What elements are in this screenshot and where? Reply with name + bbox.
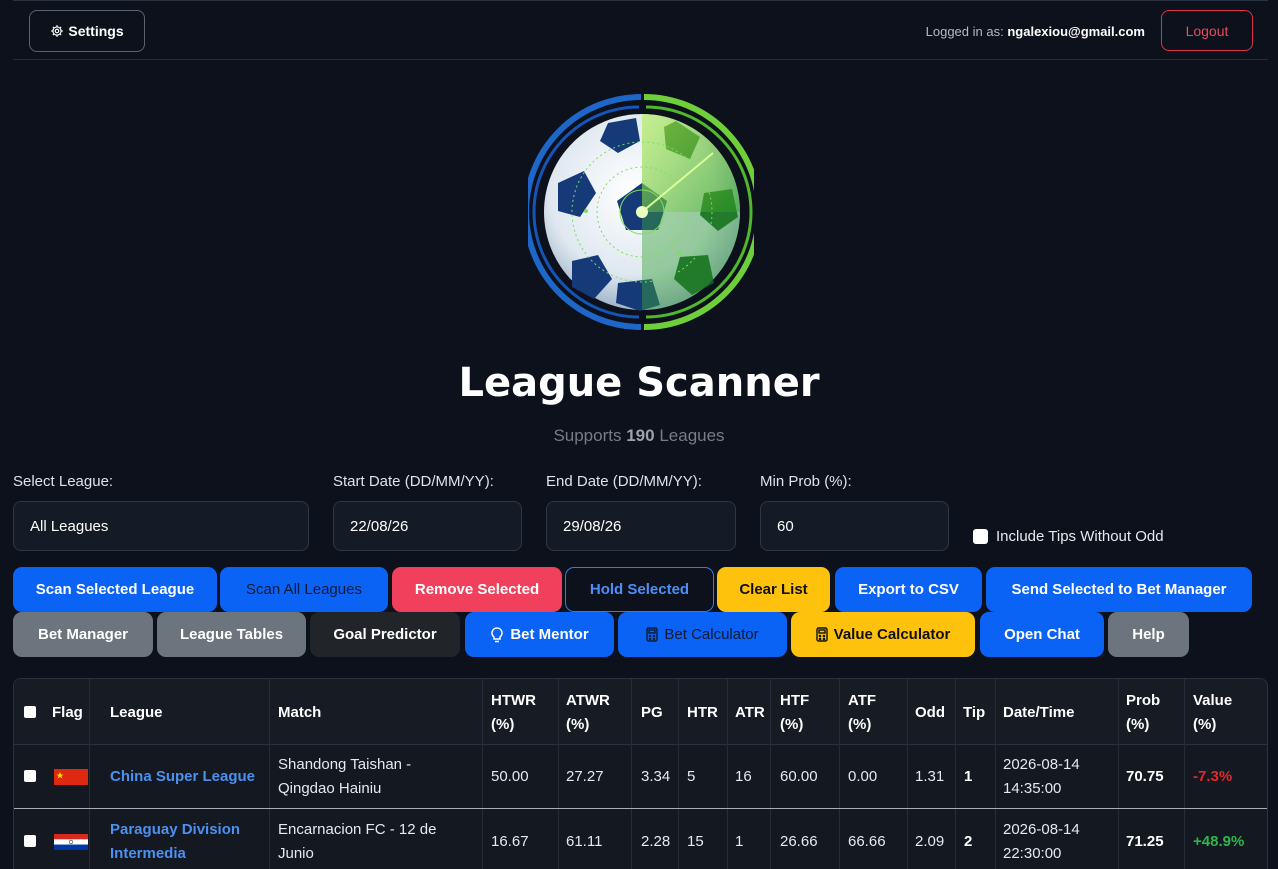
row-checkbox[interactable] xyxy=(24,770,36,782)
league-link[interactable]: China Super League xyxy=(110,765,255,789)
logout-button[interactable]: Logout xyxy=(1161,10,1253,51)
top-bar: Settings Logged in as: ngalexiou@gmail.c… xyxy=(13,0,1268,60)
soccer-radar-logo xyxy=(528,94,754,330)
calculator-icon xyxy=(646,627,659,642)
goal-predictor-button[interactable]: Goal Predictor xyxy=(310,612,460,657)
league-link[interactable]: Paraguay Division Intermedia xyxy=(110,818,240,866)
col-value: Value (%) xyxy=(1193,692,1233,733)
htwr-value: 50.00 xyxy=(491,768,529,785)
atr-value: 1 xyxy=(735,833,744,850)
col-atwr: ATWR (%) xyxy=(566,692,610,733)
htf-value: 60.00 xyxy=(780,768,818,785)
col-atf: ATF (%) xyxy=(848,692,877,733)
user-email: ngalexiou@gmail.com xyxy=(1007,24,1145,39)
odd-value: 1.31 xyxy=(915,768,945,785)
supports-line: Supports 190 Leagues xyxy=(0,426,1278,446)
results-table: Flag League Match HTWR (%) ATWR (%) PG HTR… xyxy=(13,678,1268,869)
select-all-checkbox[interactable] xyxy=(24,706,36,718)
bet-mentor-button[interactable]: Bet Mentor xyxy=(465,612,614,657)
bet-mentor-label: Bet Mentor xyxy=(510,626,589,643)
datetime-value: 2026-08-14 14:35:00 xyxy=(1003,756,1080,797)
send-to-bet-manager-button[interactable]: Send Selected to Bet Manager xyxy=(986,567,1252,612)
include-tips-option[interactable]: Include Tips Without Odd xyxy=(973,528,1164,545)
datetime-value: 2026-08-14 22:30:00 xyxy=(1003,821,1080,862)
col-pg: PG xyxy=(641,704,663,721)
htr-value: 15 xyxy=(687,833,704,850)
col-match: Match xyxy=(278,704,322,721)
calculator-icon xyxy=(815,627,828,642)
htr-value: 5 xyxy=(687,768,696,785)
min-prob-input[interactable]: 60 xyxy=(760,501,949,551)
include-tips-label: Include Tips Without Odd xyxy=(996,528,1164,545)
supports-prefix: Supports xyxy=(553,426,622,445)
col-flag: Flag xyxy=(52,704,83,721)
atwr-value: 27.27 xyxy=(566,768,604,785)
china-flag-icon xyxy=(54,769,88,785)
include-tips-checkbox[interactable] xyxy=(973,529,988,544)
gear-icon xyxy=(51,25,64,37)
lightbulb-icon xyxy=(491,626,504,642)
odd-value: 2.09 xyxy=(915,833,945,850)
pg-value: 2.28 xyxy=(641,833,671,850)
start-date-input[interactable]: 22/08/26 xyxy=(333,501,522,551)
page-title: League Scanner xyxy=(458,360,820,406)
help-button[interactable]: Help xyxy=(1108,612,1189,657)
tip-value: 1 xyxy=(964,768,973,785)
remove-selected-button[interactable]: Remove Selected xyxy=(392,567,562,612)
htf-value: 26.66 xyxy=(780,833,818,850)
start-date-label: Start Date (DD/MM/YY): xyxy=(333,473,494,490)
col-datetime: Date/Time xyxy=(1003,704,1075,721)
col-atr: ATR xyxy=(735,704,765,721)
clear-list-button[interactable]: Clear List xyxy=(717,567,830,612)
prob-value: 71.25 xyxy=(1126,833,1164,850)
value-percent: -7.3% xyxy=(1193,768,1233,785)
value-calculator-button[interactable]: Value Calculator xyxy=(791,612,975,657)
htwr-value: 16.67 xyxy=(491,833,529,850)
atf-value: 0.00 xyxy=(848,768,878,785)
end-date-input[interactable]: 29/08/26 xyxy=(546,501,736,551)
league-select-label: Select League: xyxy=(13,473,114,490)
atr-value: 16 xyxy=(735,768,752,785)
value-calculator-label: Value Calculator xyxy=(833,626,951,643)
tip-value: 2 xyxy=(964,833,973,850)
value-percent: +48.9% xyxy=(1193,833,1245,850)
bet-manager-button[interactable]: Bet Manager xyxy=(13,612,153,657)
open-chat-button[interactable]: Open Chat xyxy=(980,612,1104,657)
scan-selected-league-button[interactable]: Scan Selected League xyxy=(13,567,217,612)
league-tables-button[interactable]: League Tables xyxy=(157,612,306,657)
hold-selected-button[interactable]: Hold Selected xyxy=(565,567,714,612)
logged-in-prefix: Logged in as: xyxy=(925,24,1004,39)
end-date-label: End Date (DD/MM/YY): xyxy=(546,473,702,490)
col-htf: HTF (%) xyxy=(780,692,810,733)
bet-calculator-label: Bet Calculator xyxy=(664,626,759,643)
col-league: League xyxy=(110,704,163,721)
league-count: 190 xyxy=(626,426,655,445)
col-htr: HTR xyxy=(687,704,718,721)
scan-all-leagues-button[interactable]: Scan All Leagues xyxy=(220,567,388,612)
col-prob: Prob (%) xyxy=(1126,692,1161,733)
atf-value: 66.66 xyxy=(848,833,886,850)
prob-value: 70.75 xyxy=(1126,768,1164,785)
league-select[interactable]: All Leagues xyxy=(13,501,309,551)
col-odd: Odd xyxy=(915,704,945,721)
row-checkbox[interactable] xyxy=(24,835,36,847)
atwr-value: 61.11 xyxy=(566,833,603,850)
paraguay-flag-icon xyxy=(54,834,88,850)
min-prob-label: Min Prob (%): xyxy=(760,473,852,490)
bet-calculator-button[interactable]: Bet Calculator xyxy=(618,612,787,657)
settings-label: Settings xyxy=(68,23,124,39)
pg-value: 3.34 xyxy=(641,768,671,785)
col-tip: Tip xyxy=(963,704,986,721)
export-csv-button[interactable]: Export to CSV xyxy=(835,567,982,612)
match-name: Shandong Taishan - Qingdao Hainiu xyxy=(278,756,412,797)
supports-suffix: Leagues xyxy=(659,426,725,445)
col-htwr: HTWR (%) xyxy=(491,692,536,733)
match-name: Encarnacion FC - 12 de Junio xyxy=(278,821,437,862)
settings-button[interactable]: Settings xyxy=(29,10,145,52)
login-info: Logged in as: ngalexiou@gmail.com xyxy=(926,24,1145,39)
